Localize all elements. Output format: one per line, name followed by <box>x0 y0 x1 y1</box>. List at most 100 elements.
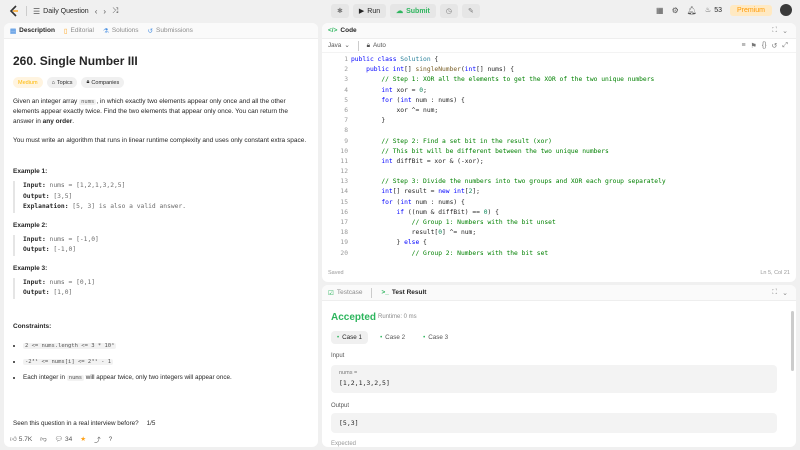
settings-icon[interactable]: ⚙ <box>672 6 679 15</box>
like-button[interactable]: 👍︎ 5.7K <box>10 435 32 444</box>
input-value: nums = [-1,0] <box>45 235 99 243</box>
line-number: 20 <box>340 249 348 257</box>
dislike-button[interactable]: 👎︎ <box>40 435 47 443</box>
constraint-code: 2 <= nums.length <= 3 * 10⁴ <box>23 342 117 349</box>
problem-statement: Given an integer array nums, in which ex… <box>13 97 309 127</box>
cloud-upload-icon: ☁ <box>396 8 404 15</box>
tab-submissions[interactable]: ↺ Submissions <box>148 27 193 35</box>
run-button[interactable]: ▶ Run <box>352 4 387 18</box>
tab-code[interactable]: </> Code <box>328 27 357 34</box>
list-icon: ☰ <box>33 6 41 16</box>
submit-button[interactable]: ☁ Submit <box>390 4 436 18</box>
code-line: int xor = 0; <box>381 86 427 94</box>
code-line: } <box>351 117 386 125</box>
language-select[interactable]: Java ⌄ <box>328 42 350 49</box>
lock-icon: 🔒︎ <box>86 79 90 85</box>
code-line: // Group 2: Numbers with the bit set <box>411 249 549 257</box>
line-number: 8 <box>344 127 348 135</box>
auto-mode-toggle[interactable]: 🔒︎ Auto <box>367 42 386 50</box>
tag-label: Topics <box>56 79 73 86</box>
tab-solutions[interactable]: ⚗ Solutions <box>103 27 139 35</box>
line-number: 11 <box>340 157 348 165</box>
streak-counter[interactable]: ♨ 53 <box>704 6 722 15</box>
share-button[interactable]: ⤴ <box>94 434 101 444</box>
input-value: nums = [0,1] <box>45 278 96 286</box>
run-label: Run <box>367 7 381 15</box>
avatar[interactable] <box>780 4 792 16</box>
code-line: int diffBit = xor & (-xor); <box>381 157 484 165</box>
tab-testcase[interactable]: ☑ Testcase <box>328 289 362 297</box>
favorite-button[interactable]: ★ <box>80 435 86 443</box>
input-label: Input <box>331 353 345 359</box>
case-tab-1[interactable]: • Case 1 <box>331 331 369 344</box>
leetcode-logo[interactable] <box>8 5 20 17</box>
inline-code: nums <box>79 99 97 105</box>
maximize-icon[interactable]: ⛶ <box>772 289 777 297</box>
minimize-icon[interactable]: ⌄ <box>782 289 788 297</box>
companies-tag[interactable]: 🔒︎ Companies <box>81 77 125 88</box>
notes-button[interactable]: ✎ <box>461 4 480 18</box>
minimize-icon[interactable]: ⌄ <box>782 27 788 35</box>
example-heading: Example 3: <box>13 264 48 272</box>
tab-label: Solutions <box>111 27 139 34</box>
save-status: Saved <box>328 270 344 276</box>
divider <box>26 6 27 16</box>
topics-tag[interactable]: ⌂ Topics <box>46 77 78 88</box>
prev-problem-icon[interactable]: ‹ <box>95 7 98 16</box>
tab-test-result[interactable]: >_ Test Result <box>381 289 426 296</box>
constraint-item: Each integer in nums will appear twice, … <box>23 370 309 386</box>
expand-icon[interactable]: ⤢ <box>782 42 788 50</box>
input-value: nums = [1,2,1,3,2,5] <box>45 182 126 189</box>
line-number: 17 <box>340 219 348 226</box>
shuffle-icon[interactable]: ⤨ <box>112 6 118 16</box>
timer-button[interactable]: ◷ <box>439 4 458 18</box>
code-line: for (int num : nums) { <box>381 96 465 104</box>
code-editor[interactable]: 1 2 3 4 5 6 7 8 9 10 11 12 13 14 15 16 1… <box>322 55 796 267</box>
input-box: nums = [1,2,1,3,2,5] <box>331 365 777 393</box>
line-number: 5 <box>344 96 348 104</box>
language-label: Java <box>328 42 342 49</box>
code-line: xor ^= num; <box>351 106 439 114</box>
line-number: 14 <box>340 188 348 196</box>
result-tabbar: ☑ Testcase >_ Test Result ⛶ ⌄ <box>322 285 796 301</box>
problem-title: 260. Single Number III <box>13 54 138 68</box>
cursor-position: Ln 5, Col 21 <box>760 270 790 276</box>
next-problem-icon[interactable]: › <box>103 7 106 16</box>
comments-button[interactable]: 💬︎ 34 <box>54 435 73 444</box>
tab-editorial[interactable]: ▯ Editorial <box>64 27 94 35</box>
flask-icon: ⚗ <box>102 27 109 35</box>
premium-button[interactable]: Premium <box>729 4 772 16</box>
case-tab-2[interactable]: • Case 2 <box>374 331 411 344</box>
input-label: Input: <box>23 182 46 189</box>
tag-row: Medium ⌂ Topics 🔒︎ Companies <box>13 77 309 88</box>
reset-icon[interactable]: ↺ <box>772 42 778 50</box>
braces-icon[interactable]: {} <box>762 42 767 50</box>
code-icon: </> <box>328 27 338 34</box>
comment-icon: 💬︎ <box>54 436 64 443</box>
tab-description[interactable]: ▤ Description <box>10 27 55 35</box>
fire-icon: ♨ <box>704 7 712 14</box>
bookmark-icon[interactable]: ⚑ <box>751 42 757 50</box>
difficulty-badge: Medium <box>13 77 43 88</box>
tab-label: Description <box>19 27 55 34</box>
notification-icon[interactable]: 🔔︎ <box>687 6 697 15</box>
scrollbar[interactable] <box>791 311 794 371</box>
checkbox-icon: ☑ <box>328 289 334 297</box>
case-tab-3[interactable]: • Case 3 <box>417 331 454 344</box>
code-line: public int[] singleNumber(int[] nums) { <box>366 66 515 74</box>
pass-dot-icon: • <box>337 334 340 341</box>
format-icon[interactable]: ≡ <box>741 42 745 50</box>
maximize-icon[interactable]: ⛶ <box>772 27 777 35</box>
debug-button[interactable]: ✱ <box>331 4 349 18</box>
input-label: Input: <box>23 235 46 243</box>
constraint-code: -2³¹ <= nums[i] <= 2³¹ - 1 <box>23 358 114 365</box>
line-number: 3 <box>344 76 348 84</box>
example-box: Input: nums = [1,2,1,3,2,5] Output: [3,5… <box>13 181 309 213</box>
line-number: 13 <box>340 178 348 186</box>
line-number: 19 <box>340 239 348 247</box>
problem-list-button[interactable]: ☰ Daily Question <box>33 7 89 16</box>
divider <box>371 287 373 298</box>
layout-icon[interactable]: ▦ <box>656 6 664 15</box>
help-button[interactable]: ? <box>109 436 113 443</box>
